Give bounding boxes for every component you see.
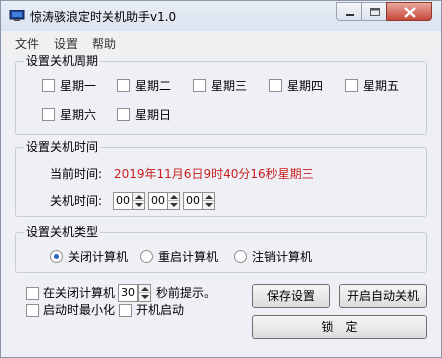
enable-auto-shutdown-button[interactable]: 开启自动关机 xyxy=(339,284,427,308)
minute-input[interactable]: 00 xyxy=(148,192,168,210)
minute-up-button[interactable] xyxy=(168,193,179,201)
wednesday-label: 星期三 xyxy=(211,79,248,93)
arrow-down-icon xyxy=(170,203,178,207)
saturday-checkbox[interactable] xyxy=(42,108,55,121)
monitor-icon xyxy=(9,9,25,22)
hour-input[interactable]: 00 xyxy=(113,192,133,210)
current-time-label: 当前时间: xyxy=(50,167,103,181)
restart-radio[interactable] xyxy=(140,250,153,263)
menu-settings[interactable]: 设置 xyxy=(54,35,78,52)
second-up-button[interactable] xyxy=(203,193,214,201)
autostart-label: 开机启动 xyxy=(136,303,185,317)
maximize-button[interactable] xyxy=(361,2,387,21)
sunday-checkbox[interactable] xyxy=(117,108,130,121)
notify-prefix-label: 在关闭计算机 xyxy=(43,286,116,300)
thursday-label: 星期四 xyxy=(287,79,324,93)
menu-help[interactable]: 帮助 xyxy=(92,35,116,52)
menu-file[interactable]: 文件 xyxy=(15,35,39,52)
maximize-icon xyxy=(370,8,380,16)
notify-up-button[interactable] xyxy=(139,285,150,293)
thursday-checkbox[interactable] xyxy=(269,79,282,92)
minimize-button[interactable] xyxy=(336,2,362,21)
menu-bar: 文件 设置 帮助 xyxy=(3,32,439,53)
minute-down-button[interactable] xyxy=(168,201,179,209)
hour-down-button[interactable] xyxy=(133,201,144,209)
friday-label: 星期五 xyxy=(363,79,400,93)
notify-seconds-spinner[interactable] xyxy=(138,284,151,302)
monday-label: 星期一 xyxy=(60,79,97,93)
weekday-group: 设置关机周期 星期一 星期二 星期三 星期四 星期五 星期六 星期日 xyxy=(15,54,427,135)
minimize-on-start-label: 启动时最小化 xyxy=(43,303,116,317)
saturday-label: 星期六 xyxy=(60,108,97,122)
shutdown-type-group: 设置关机类型 关闭计算机 重启计算机 注销计算机 xyxy=(15,225,427,273)
shutdown-option-label: 关闭计算机 xyxy=(68,250,129,264)
minute-spinner[interactable] xyxy=(167,192,180,210)
logoff-radio[interactable] xyxy=(234,250,247,263)
shutdown-time-label: 关机时间: xyxy=(50,194,103,208)
window-title: 惊涛骇浪定时关机助手v1.0 xyxy=(30,10,177,24)
wednesday-checkbox[interactable] xyxy=(193,79,206,92)
second-spinner[interactable] xyxy=(202,192,215,210)
second-input[interactable]: 00 xyxy=(183,192,203,210)
arrow-down-icon xyxy=(141,295,149,299)
sunday-label: 星期日 xyxy=(135,108,172,122)
weekday-group-title: 设置关机周期 xyxy=(24,54,101,68)
lock-button[interactable]: 锁 定 xyxy=(252,315,427,339)
restart-option-label: 重启计算机 xyxy=(158,250,219,264)
hour-up-button[interactable] xyxy=(133,193,144,201)
notify-down-button[interactable] xyxy=(139,293,150,301)
second-down-button[interactable] xyxy=(203,201,214,209)
tuesday-checkbox[interactable] xyxy=(117,79,130,92)
close-icon xyxy=(404,7,416,18)
autostart-checkbox[interactable] xyxy=(119,304,132,317)
shutdown-radio[interactable] xyxy=(50,250,63,263)
time-group: 设置关机时间 当前时间: 2019年11月6日9时40分16秒星期三 关机时间:… xyxy=(15,140,427,217)
time-group-title: 设置关机时间 xyxy=(24,140,101,154)
hour-spinner[interactable] xyxy=(132,192,145,210)
tuesday-label: 星期二 xyxy=(135,79,172,93)
monday-checkbox[interactable] xyxy=(42,79,55,92)
close-button[interactable] xyxy=(386,2,432,21)
notify-checkbox[interactable] xyxy=(26,287,39,300)
minimize-icon xyxy=(346,14,354,16)
arrow-down-icon xyxy=(135,203,143,207)
save-settings-button[interactable]: 保存设置 xyxy=(252,284,330,308)
app-window: 惊涛骇浪定时关机助手v1.0 文件 设置 帮助 设置关机周期 星期一 星期二 星… xyxy=(0,0,442,358)
notify-seconds-input[interactable]: 30 xyxy=(118,284,138,302)
current-time-value: 2019年11月6日9时40分16秒星期三 xyxy=(114,167,314,181)
minimize-on-start-checkbox[interactable] xyxy=(26,304,39,317)
shutdown-type-group-title: 设置关机类型 xyxy=(24,225,101,239)
arrow-down-icon xyxy=(205,203,213,207)
notify-suffix-label: 秒前提示。 xyxy=(156,286,217,300)
logoff-option-label: 注销计算机 xyxy=(252,250,313,264)
title-bar: 惊涛骇浪定时关机助手v1.0 xyxy=(1,1,441,31)
friday-checkbox[interactable] xyxy=(345,79,358,92)
